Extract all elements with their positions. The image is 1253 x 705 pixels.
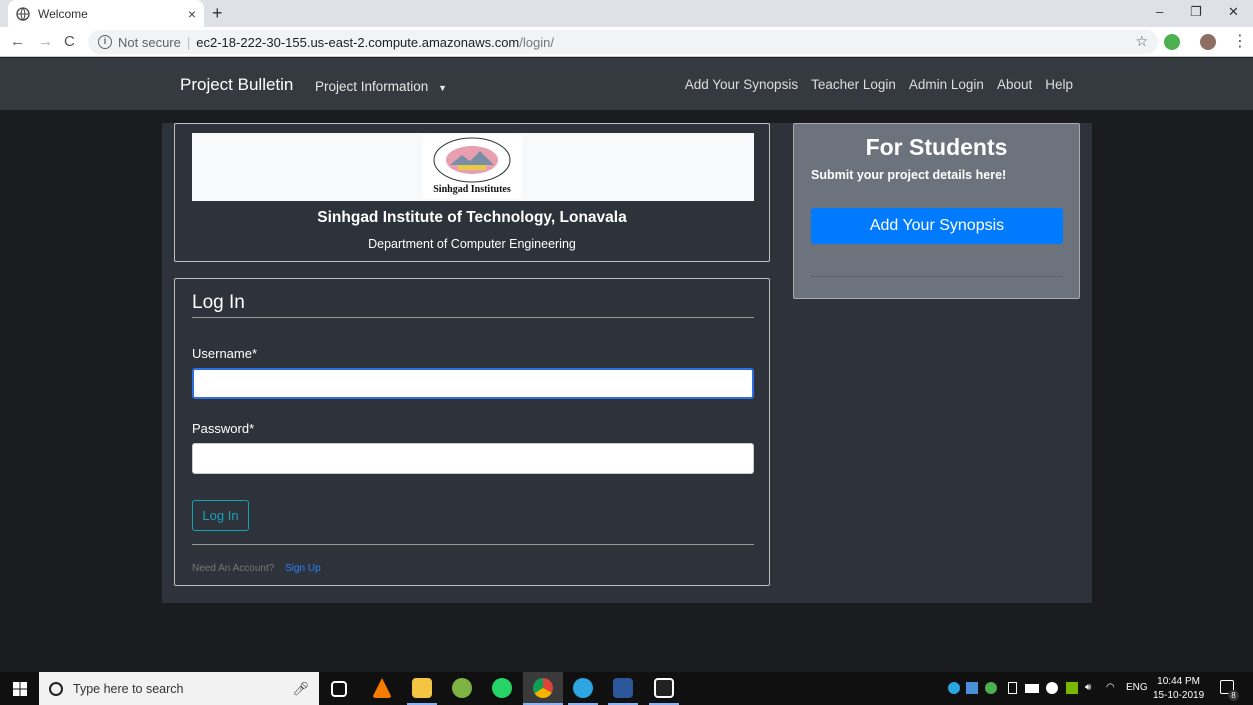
main-area: Sinhgad Institutes Sinhgad Institute of … (0, 110, 1253, 672)
nav-link-about[interactable]: About (997, 77, 1032, 92)
taskbar-search[interactable]: Type here to search 🎤︎ (39, 672, 319, 705)
students-title: For Students (865, 134, 1008, 160)
dropdown-label: Project Information (315, 79, 429, 94)
tray-app-icon[interactable] (966, 682, 978, 694)
institute-name: Sinhgad Institute of Technology, Lonaval… (317, 209, 627, 226)
forward-icon[interactable]: → (38, 33, 53, 50)
wifi-icon[interactable]: ◠ (1106, 682, 1115, 693)
volume-icon[interactable]: 🔊︎ (1085, 682, 1091, 693)
security-label: Not secure (118, 34, 181, 50)
file-explorer-icon[interactable] (412, 678, 432, 698)
new-tab-icon[interactable]: + (212, 3, 223, 24)
password-label: Password* (192, 421, 255, 436)
tab-close-icon[interactable]: × (188, 6, 196, 22)
chrome-icon[interactable] (533, 678, 553, 698)
url-bar[interactable]: i Not secure | ec2-18-222-30-155.us-east… (88, 30, 1158, 54)
tray-shield-icon[interactable] (1046, 682, 1058, 694)
nav-link-admin-login[interactable]: Admin Login (909, 77, 984, 92)
photos-icon[interactable] (654, 678, 674, 698)
vlc-icon[interactable] (372, 678, 392, 698)
signup-prompt: Need An Account? Sign Up (192, 563, 321, 574)
students-subtitle: Submit your project details here! (811, 168, 1007, 182)
tray-extension-icon[interactable] (985, 682, 997, 694)
username-label: Username* (192, 346, 258, 361)
institute-card: Sinhgad Institutes Sinhgad Institute of … (174, 123, 770, 262)
nav-link-help[interactable]: Help (1045, 77, 1073, 92)
browser-menu-icon[interactable]: ⋮ (1232, 31, 1248, 51)
add-synopsis-button[interactable]: Add Your Synopsis (811, 208, 1063, 244)
windows-taskbar: Type here to search 🎤︎ 🔊︎ ◠ ENG 10:44 PM… (0, 672, 1253, 705)
logo-caption: Sinhgad Institutes (433, 184, 511, 195)
telegram-icon[interactable] (573, 678, 593, 698)
logo-banner: Sinhgad Institutes (192, 133, 754, 201)
project-information-dropdown[interactable]: Project Information ▼ (315, 79, 447, 94)
signup-link[interactable]: Sign Up (285, 563, 321, 574)
back-icon[interactable]: ← (10, 33, 25, 50)
maximize-icon[interactable]: ❐ (1190, 4, 1202, 20)
login-card: Log In Username* Password* Log In Need A… (174, 278, 770, 586)
url-path: /login/ (519, 34, 554, 50)
cortana-icon (49, 681, 63, 696)
close-window-icon[interactable]: ✕ (1228, 4, 1239, 20)
word-icon[interactable] (613, 678, 633, 698)
url-host: ec2-18-222-30-155.us-east-2.compute.amaz… (196, 34, 520, 50)
info-icon[interactable]: i (98, 35, 112, 49)
taskbar-clock[interactable]: 10:44 PM 15-10-2019 (1153, 675, 1204, 703)
reload-icon[interactable]: C (64, 33, 75, 50)
address-bar-row: ← → C i Not secure | ec2-18-222-30-155.u… (0, 27, 1253, 57)
language-indicator[interactable]: ENG (1126, 682, 1148, 693)
tray-telegram-icon[interactable] (948, 682, 960, 694)
browser-tab[interactable]: Welcome × (8, 0, 204, 27)
login-button[interactable]: Log In (192, 500, 249, 531)
content-container: Sinhgad Institutes Sinhgad Institute of … (162, 123, 1092, 603)
nav-links: Add Your Synopsis Teacher Login Admin Lo… (685, 77, 1073, 92)
sinhgad-logo: Sinhgad Institutes (422, 135, 522, 199)
login-footer-divider (192, 544, 754, 545)
caret-down-icon: ▼ (438, 83, 447, 93)
extension-icon[interactable] (1164, 34, 1180, 50)
department-name: Department of Computer Engineering (368, 237, 576, 251)
whatsapp-icon[interactable] (492, 678, 512, 698)
task-view-icon[interactable] (331, 681, 347, 697)
clock-date: 15-10-2019 (1153, 690, 1205, 701)
url-separator: | (186, 34, 191, 50)
site-navbar: Project Bulletin Project Information ▼ A… (0, 58, 1253, 110)
clock-time: 10:44 PM (1157, 676, 1200, 687)
password-input[interactable] (192, 443, 754, 474)
android-studio-icon[interactable] (452, 678, 472, 698)
minimize-icon[interactable]: – (1156, 4, 1163, 19)
notification-badge: 8 (1228, 690, 1239, 701)
nav-link-teacher-login[interactable]: Teacher Login (811, 77, 896, 92)
battery-icon[interactable] (1025, 684, 1039, 693)
tray-usb-icon[interactable] (1008, 682, 1017, 694)
need-account-text: Need An Account? (192, 563, 275, 574)
students-divider (811, 276, 1063, 277)
search-placeholder: Type here to search (73, 681, 184, 696)
username-input[interactable] (192, 368, 754, 399)
login-title: Log In (192, 292, 245, 313)
microphone-icon[interactable]: 🎤︎ (292, 681, 309, 697)
login-title-divider (192, 317, 754, 318)
browser-tab-bar: Welcome × + – ❐ ✕ (0, 0, 1253, 27)
profile-avatar-icon[interactable] (1200, 34, 1216, 50)
tab-title: Welcome (38, 6, 88, 21)
students-card: For Students Submit your project details… (793, 123, 1080, 299)
windows-start-icon[interactable] (13, 682, 27, 696)
nvidia-icon[interactable] (1066, 682, 1078, 694)
globe-icon (16, 6, 30, 21)
bookmark-star-icon[interactable]: ☆ (1135, 33, 1148, 50)
nav-link-add-synopsis[interactable]: Add Your Synopsis (685, 77, 798, 92)
site-brand[interactable]: Project Bulletin (180, 75, 293, 95)
